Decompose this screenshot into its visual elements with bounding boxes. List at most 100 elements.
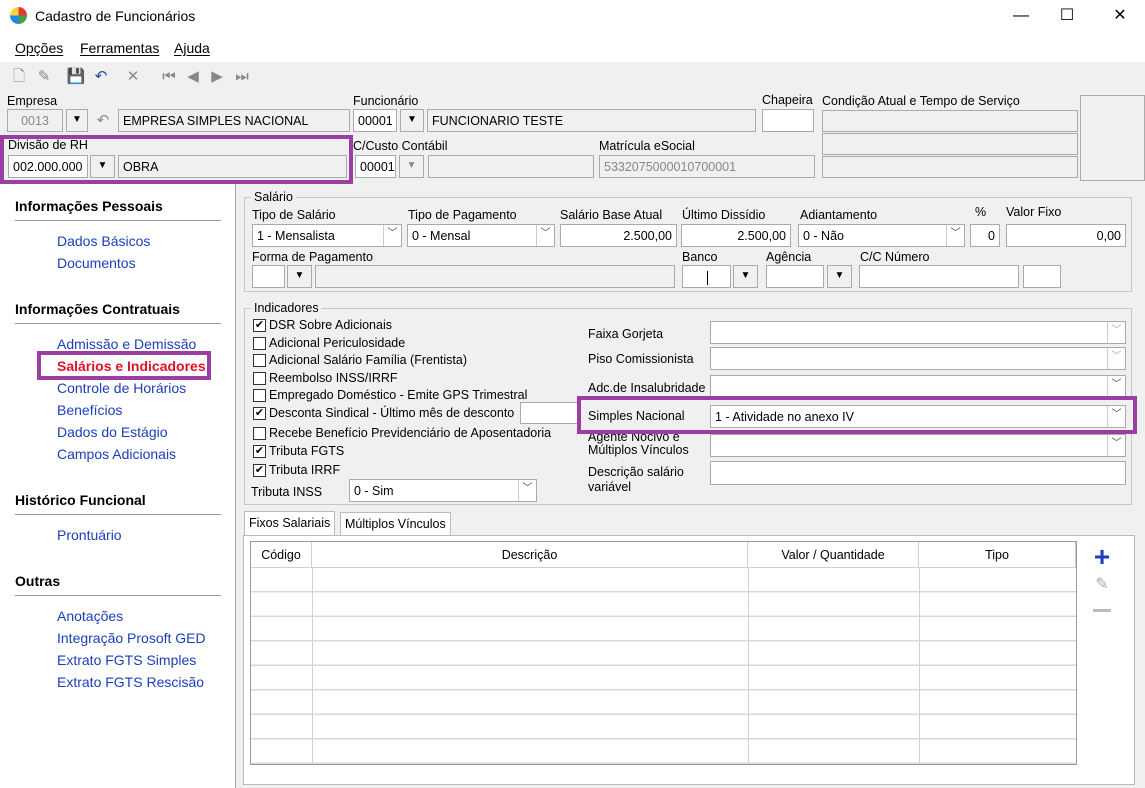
- banco-field[interactable]: [682, 265, 731, 288]
- nav-item-dados-basicos[interactable]: Dados Básicos: [57, 233, 150, 249]
- condicao-line-2: [822, 133, 1078, 155]
- nav-section-outras: Outras: [15, 573, 61, 589]
- undo-icon[interactable]: ↶: [91, 67, 111, 87]
- nav-item-dados-estagio[interactable]: Dados do Estágio: [57, 424, 168, 440]
- empresa-code-field[interactable]: 0013: [7, 109, 63, 132]
- tributa-inss-select[interactable]: 0 - Sim ﹀: [349, 479, 537, 502]
- cc-digito-field[interactable]: [1023, 265, 1061, 288]
- nav-item-controle-horarios[interactable]: Controle de Horários: [57, 380, 186, 396]
- valor-fixo-label: Valor Fixo: [1006, 205, 1062, 219]
- valor-fixo-field[interactable]: 0,00: [1006, 224, 1126, 247]
- nav-item-salarios-indicadores[interactable]: Salários e Indicadores: [57, 358, 206, 374]
- menu-ferramentas[interactable]: Ferramentas: [80, 40, 159, 56]
- previous-record-icon[interactable]: ◀: [183, 67, 203, 87]
- delete-icon[interactable]: ✕: [123, 67, 143, 87]
- nav-item-beneficios[interactable]: Benefícios: [57, 402, 122, 418]
- nav-item-integracao-ged[interactable]: Integração Prosoft GED: [57, 630, 206, 646]
- salario-group-label: Salário: [251, 190, 296, 204]
- ccusto-name-field: [428, 155, 594, 178]
- funcionario-code-field[interactable]: 00001: [353, 109, 397, 132]
- empresa-name-field: EMPRESA SIMPLES NACIONAL: [118, 109, 350, 132]
- domestico-checkbox[interactable]: [253, 389, 266, 402]
- menu-ajuda[interactable]: Ajuda: [174, 40, 210, 56]
- divisao-code-field[interactable]: 002.000.000: [8, 155, 88, 178]
- tributa-fgts-label: Tributa FGTS: [269, 444, 345, 458]
- banco-label: Banco: [682, 250, 718, 264]
- nav-item-documentos[interactable]: Documentos: [57, 255, 136, 271]
- column-header-codigo[interactable]: Código: [251, 542, 312, 568]
- funcionario-dropdown-button[interactable]: ▼: [400, 109, 424, 132]
- ultimo-dissidio-field[interactable]: 2.500,00: [681, 224, 791, 247]
- sindical-month-field[interactable]: [520, 402, 578, 424]
- dsr-checkbox[interactable]: ✔: [253, 319, 266, 332]
- sindical-checkbox[interactable]: ✔: [253, 407, 266, 420]
- tributa-fgts-checkbox[interactable]: ✔: [253, 445, 266, 458]
- forma-pagamento-code-field[interactable]: [252, 265, 285, 288]
- ccusto-code-field[interactable]: 00001: [355, 155, 396, 178]
- edit-icon[interactable]: ✎: [34, 67, 54, 87]
- simples-nacional-select[interactable]: 1 - Atividade no anexo IV ﹀: [710, 405, 1126, 428]
- nav-divider: [15, 220, 221, 221]
- piso-comissionista-select[interactable]: ﹀: [710, 347, 1126, 370]
- nav-item-prontuario[interactable]: Prontuário: [57, 527, 122, 543]
- faixa-gorjeta-select[interactable]: ﹀: [710, 321, 1126, 344]
- table-body-rows[interactable]: [251, 568, 1076, 764]
- empresa-dropdown-button[interactable]: ▼: [66, 109, 88, 132]
- menu-opcoes[interactable]: Opções: [15, 40, 63, 56]
- column-header-descricao[interactable]: Descrição: [312, 542, 748, 568]
- cc-numero-field[interactable]: [859, 265, 1019, 288]
- nav-section-informacoes-contratuais: Informações Contratuais: [15, 301, 180, 317]
- remove-icon[interactable]: [1093, 609, 1111, 612]
- nav-divider: [15, 323, 221, 324]
- close-button[interactable]: ✕: [1097, 0, 1143, 32]
- tipo-pagamento-select[interactable]: 0 - Mensal ﹀: [407, 224, 555, 247]
- agente-nocivo-select[interactable]: ﹀: [710, 434, 1126, 457]
- new-document-icon[interactable]: 🗋: [9, 67, 29, 87]
- add-icon[interactable]: +: [1091, 543, 1113, 571]
- last-record-icon[interactable]: ⏭: [232, 67, 252, 87]
- maximize-button[interactable]: ☐: [1044, 0, 1090, 32]
- salario-base-field[interactable]: 2.500,00: [560, 224, 677, 247]
- chapeira-field[interactable]: [762, 109, 814, 132]
- agencia-dropdown-button[interactable]: ▼: [827, 265, 852, 288]
- column-header-tipo[interactable]: Tipo: [919, 542, 1076, 568]
- nav-item-campos-adicionais[interactable]: Campos Adicionais: [57, 446, 176, 462]
- first-record-icon[interactable]: ⏮: [159, 67, 179, 87]
- aposentadoria-checkbox[interactable]: [253, 427, 266, 440]
- forma-pagamento-name-field: [315, 265, 675, 288]
- adiantamento-select[interactable]: 0 - Não ﹀: [798, 224, 965, 247]
- forma-pagamento-dropdown-button[interactable]: ▼: [287, 265, 312, 288]
- chevron-down-icon: ﹀: [1107, 406, 1125, 427]
- app-logo-icon: [10, 7, 27, 24]
- ccusto-dropdown-button[interactable]: ▼: [399, 155, 424, 178]
- dsr-label: DSR Sobre Adicionais: [269, 318, 392, 332]
- tributa-irrf-checkbox[interactable]: ✔: [253, 464, 266, 477]
- percent-field[interactable]: 0: [970, 224, 1000, 247]
- column-header-valor-quantidade[interactable]: Valor / Quantidade: [748, 542, 919, 568]
- ultimo-dissidio-label: Último Dissídio: [682, 208, 766, 222]
- tab-multiplos-vinculos[interactable]: Múltiplos Vínculos: [340, 512, 451, 536]
- save-icon[interactable]: 💾: [66, 67, 86, 87]
- salario-familia-label: Adicional Salário Família (Frentista): [269, 353, 467, 367]
- salario-familia-checkbox[interactable]: [253, 354, 266, 367]
- nav-item-anotacoes[interactable]: Anotações: [57, 608, 123, 624]
- tipo-salario-select[interactable]: 1 - Mensalista ﹀: [252, 224, 402, 247]
- next-record-icon[interactable]: ▶: [207, 67, 227, 87]
- adc-insalubridade-select[interactable]: ﹀: [710, 375, 1126, 398]
- periculosidade-checkbox[interactable]: [253, 337, 266, 350]
- descricao-salario-field[interactable]: [710, 461, 1126, 485]
- refresh-icon[interactable]: ↶: [93, 111, 113, 131]
- edit-pencil-icon[interactable]: ✎: [1091, 574, 1113, 596]
- nav-item-extrato-fgts-rescisao[interactable]: Extrato FGTS Rescisão: [57, 674, 204, 690]
- tab-fixos-salariais[interactable]: Fixos Salariais: [244, 511, 336, 536]
- agencia-label: Agência: [766, 250, 812, 264]
- nav-item-extrato-fgts-simples[interactable]: Extrato FGTS Simples: [57, 652, 196, 668]
- reembolso-checkbox[interactable]: [253, 372, 266, 385]
- agencia-field[interactable]: [766, 265, 824, 288]
- divisao-dropdown-button[interactable]: ▼: [90, 155, 115, 178]
- agente-nocivo-label-line-2: Múltiplos Vínculos: [588, 443, 689, 457]
- minimize-button[interactable]: —: [998, 0, 1044, 32]
- chevron-down-icon: ﹀: [1107, 348, 1125, 369]
- nav-item-admissao-demissao[interactable]: Admissão e Demissão: [57, 336, 196, 352]
- banco-dropdown-button[interactable]: ▼: [733, 265, 758, 288]
